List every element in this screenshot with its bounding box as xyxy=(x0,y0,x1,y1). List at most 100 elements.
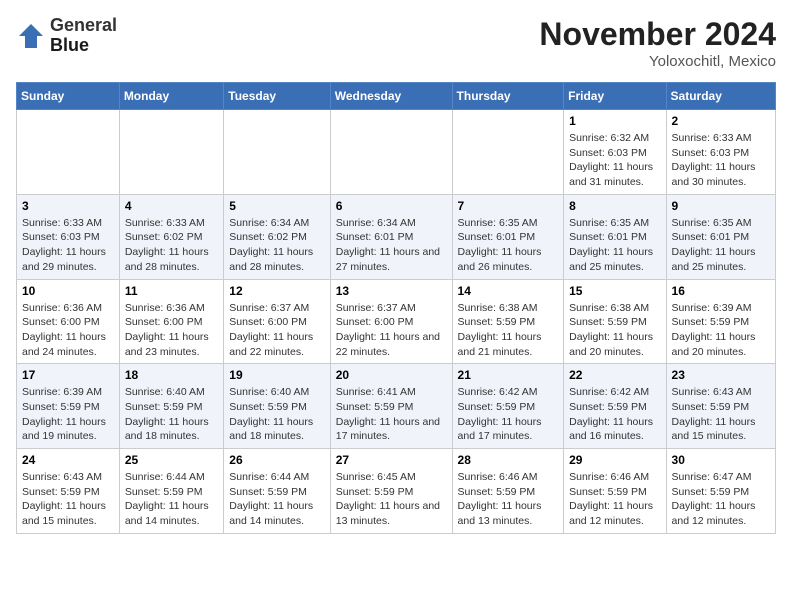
day-info: Sunrise: 6:37 AM Sunset: 6:00 PM Dayligh… xyxy=(229,301,324,360)
day-cell: 13 Sunrise: 6:37 AM Sunset: 6:00 PM Dayli… xyxy=(330,279,452,364)
day-cell: 14Sunrise: 6:38 AM Sunset: 5:59 PM Dayli… xyxy=(452,279,564,364)
day-cell: 22Sunrise: 6:42 AM Sunset: 5:59 PM Dayli… xyxy=(564,364,666,449)
week-row-2: 3 Sunrise: 6:33 AM Sunset: 6:03 PM Daylig… xyxy=(17,194,776,279)
day-number: 21 xyxy=(458,368,559,382)
day-info: Sunrise: 6:38 AM Sunset: 5:59 PM Dayligh… xyxy=(569,301,660,360)
day-number: 2 xyxy=(672,114,770,128)
day-cell: 15Sunrise: 6:38 AM Sunset: 5:59 PM Dayli… xyxy=(564,279,666,364)
day-cell: 6 Sunrise: 6:34 AM Sunset: 6:01 PM Daylig… xyxy=(330,194,452,279)
day-cell xyxy=(452,110,564,195)
logo-line1: General xyxy=(50,16,117,36)
day-cell: 3 Sunrise: 6:33 AM Sunset: 6:03 PM Daylig… xyxy=(17,194,120,279)
day-number: 13 xyxy=(336,284,447,298)
day-info: Sunrise: 6:33 AM Sunset: 6:03 PM Dayligh… xyxy=(22,216,114,275)
weekday-header-tuesday: Tuesday xyxy=(224,83,330,110)
weekday-header-row: SundayMondayTuesdayWednesdayThursdayFrid… xyxy=(17,83,776,110)
day-cell: 16 Sunrise: 6:39 AM Sunset: 5:59 PM Dayli… xyxy=(666,279,775,364)
day-info: Sunrise: 6:33 AM Sunset: 6:02 PM Dayligh… xyxy=(125,216,218,275)
weekday-header-friday: Friday xyxy=(564,83,666,110)
page-header: General Blue November 2024 Yoloxochitl, … xyxy=(16,16,776,70)
day-number: 1 xyxy=(569,114,660,128)
day-cell: 29Sunrise: 6:46 AM Sunset: 5:59 PM Dayli… xyxy=(564,449,666,534)
day-cell xyxy=(119,110,223,195)
day-cell: 8Sunrise: 6:35 AM Sunset: 6:01 PM Daylig… xyxy=(564,194,666,279)
day-cell: 27 Sunrise: 6:45 AM Sunset: 5:59 PM Dayli… xyxy=(330,449,452,534)
logo: General Blue xyxy=(16,16,117,56)
day-cell: 1 Sunrise: 6:32 AM Sunset: 6:03 PM Daylig… xyxy=(564,110,666,195)
day-number: 27 xyxy=(336,453,447,467)
day-number: 23 xyxy=(672,368,770,382)
day-cell xyxy=(224,110,330,195)
logo-text: General Blue xyxy=(50,16,117,56)
day-info: Sunrise: 6:39 AM Sunset: 5:59 PM Dayligh… xyxy=(672,301,770,360)
day-number: 11 xyxy=(125,284,218,298)
day-number: 25 xyxy=(125,453,218,467)
day-number: 24 xyxy=(22,453,114,467)
day-info: Sunrise: 6:32 AM Sunset: 6:03 PM Dayligh… xyxy=(569,131,660,190)
day-number: 10 xyxy=(22,284,114,298)
day-info: Sunrise: 6:43 AM Sunset: 5:59 PM Dayligh… xyxy=(22,470,114,529)
day-info: Sunrise: 6:37 AM Sunset: 6:00 PM Dayligh… xyxy=(336,301,447,360)
day-number: 4 xyxy=(125,199,218,213)
day-cell: 10 Sunrise: 6:36 AM Sunset: 6:00 PM Dayli… xyxy=(17,279,120,364)
day-cell xyxy=(17,110,120,195)
day-info: Sunrise: 6:45 AM Sunset: 5:59 PM Dayligh… xyxy=(336,470,447,529)
calendar-table: SundayMondayTuesdayWednesdayThursdayFrid… xyxy=(16,82,776,534)
day-cell xyxy=(330,110,452,195)
day-info: Sunrise: 6:40 AM Sunset: 5:59 PM Dayligh… xyxy=(125,385,218,444)
week-row-3: 10 Sunrise: 6:36 AM Sunset: 6:00 PM Dayli… xyxy=(17,279,776,364)
week-row-4: 17 Sunrise: 6:39 AM Sunset: 5:59 PM Dayli… xyxy=(17,364,776,449)
day-number: 12 xyxy=(229,284,324,298)
day-cell: 5 Sunrise: 6:34 AM Sunset: 6:02 PM Daylig… xyxy=(224,194,330,279)
day-info: Sunrise: 6:40 AM Sunset: 5:59 PM Dayligh… xyxy=(229,385,324,444)
day-number: 20 xyxy=(336,368,447,382)
day-cell: 25 Sunrise: 6:44 AM Sunset: 5:59 PM Dayli… xyxy=(119,449,223,534)
weekday-header-thursday: Thursday xyxy=(452,83,564,110)
logo-line2: Blue xyxy=(50,36,117,56)
day-info: Sunrise: 6:35 AM Sunset: 6:01 PM Dayligh… xyxy=(569,216,660,275)
day-info: Sunrise: 6:36 AM Sunset: 6:00 PM Dayligh… xyxy=(22,301,114,360)
day-info: Sunrise: 6:39 AM Sunset: 5:59 PM Dayligh… xyxy=(22,385,114,444)
day-cell: 23 Sunrise: 6:43 AM Sunset: 5:59 PM Dayli… xyxy=(666,364,775,449)
weekday-header-wednesday: Wednesday xyxy=(330,83,452,110)
day-cell: 24 Sunrise: 6:43 AM Sunset: 5:59 PM Dayli… xyxy=(17,449,120,534)
day-info: Sunrise: 6:33 AM Sunset: 6:03 PM Dayligh… xyxy=(672,131,770,190)
day-number: 16 xyxy=(672,284,770,298)
day-cell: 11Sunrise: 6:36 AM Sunset: 6:00 PM Dayli… xyxy=(119,279,223,364)
day-number: 17 xyxy=(22,368,114,382)
location: Yoloxochitl, Mexico xyxy=(539,53,776,70)
day-info: Sunrise: 6:47 AM Sunset: 5:59 PM Dayligh… xyxy=(672,470,770,529)
day-number: 5 xyxy=(229,199,324,213)
day-info: Sunrise: 6:38 AM Sunset: 5:59 PM Dayligh… xyxy=(458,301,559,360)
day-number: 19 xyxy=(229,368,324,382)
week-row-5: 24 Sunrise: 6:43 AM Sunset: 5:59 PM Dayli… xyxy=(17,449,776,534)
day-cell: 17 Sunrise: 6:39 AM Sunset: 5:59 PM Dayli… xyxy=(17,364,120,449)
weekday-header-monday: Monday xyxy=(119,83,223,110)
day-info: Sunrise: 6:42 AM Sunset: 5:59 PM Dayligh… xyxy=(458,385,559,444)
day-number: 3 xyxy=(22,199,114,213)
day-info: Sunrise: 6:34 AM Sunset: 6:02 PM Dayligh… xyxy=(229,216,324,275)
day-cell: 9Sunrise: 6:35 AM Sunset: 6:01 PM Daylig… xyxy=(666,194,775,279)
day-cell: 30 Sunrise: 6:47 AM Sunset: 5:59 PM Dayli… xyxy=(666,449,775,534)
day-info: Sunrise: 6:41 AM Sunset: 5:59 PM Dayligh… xyxy=(336,385,447,444)
day-info: Sunrise: 6:46 AM Sunset: 5:59 PM Dayligh… xyxy=(569,470,660,529)
day-info: Sunrise: 6:43 AM Sunset: 5:59 PM Dayligh… xyxy=(672,385,770,444)
day-info: Sunrise: 6:34 AM Sunset: 6:01 PM Dayligh… xyxy=(336,216,447,275)
day-info: Sunrise: 6:44 AM Sunset: 5:59 PM Dayligh… xyxy=(125,470,218,529)
day-number: 9 xyxy=(672,199,770,213)
weekday-header-saturday: Saturday xyxy=(666,83,775,110)
day-cell: 7 Sunrise: 6:35 AM Sunset: 6:01 PM Daylig… xyxy=(452,194,564,279)
logo-icon xyxy=(16,21,46,51)
month-title: November 2024 xyxy=(539,16,776,53)
day-number: 30 xyxy=(672,453,770,467)
week-row-1: 1 Sunrise: 6:32 AM Sunset: 6:03 PM Daylig… xyxy=(17,110,776,195)
day-cell: 12 Sunrise: 6:37 AM Sunset: 6:00 PM Dayli… xyxy=(224,279,330,364)
day-cell: 26Sunrise: 6:44 AM Sunset: 5:59 PM Dayli… xyxy=(224,449,330,534)
day-info: Sunrise: 6:44 AM Sunset: 5:59 PM Dayligh… xyxy=(229,470,324,529)
day-cell: 18Sunrise: 6:40 AM Sunset: 5:59 PM Dayli… xyxy=(119,364,223,449)
day-cell: 21 Sunrise: 6:42 AM Sunset: 5:59 PM Dayli… xyxy=(452,364,564,449)
day-cell: 20 Sunrise: 6:41 AM Sunset: 5:59 PM Dayli… xyxy=(330,364,452,449)
day-number: 7 xyxy=(458,199,559,213)
day-number: 6 xyxy=(336,199,447,213)
day-info: Sunrise: 6:35 AM Sunset: 6:01 PM Dayligh… xyxy=(458,216,559,275)
